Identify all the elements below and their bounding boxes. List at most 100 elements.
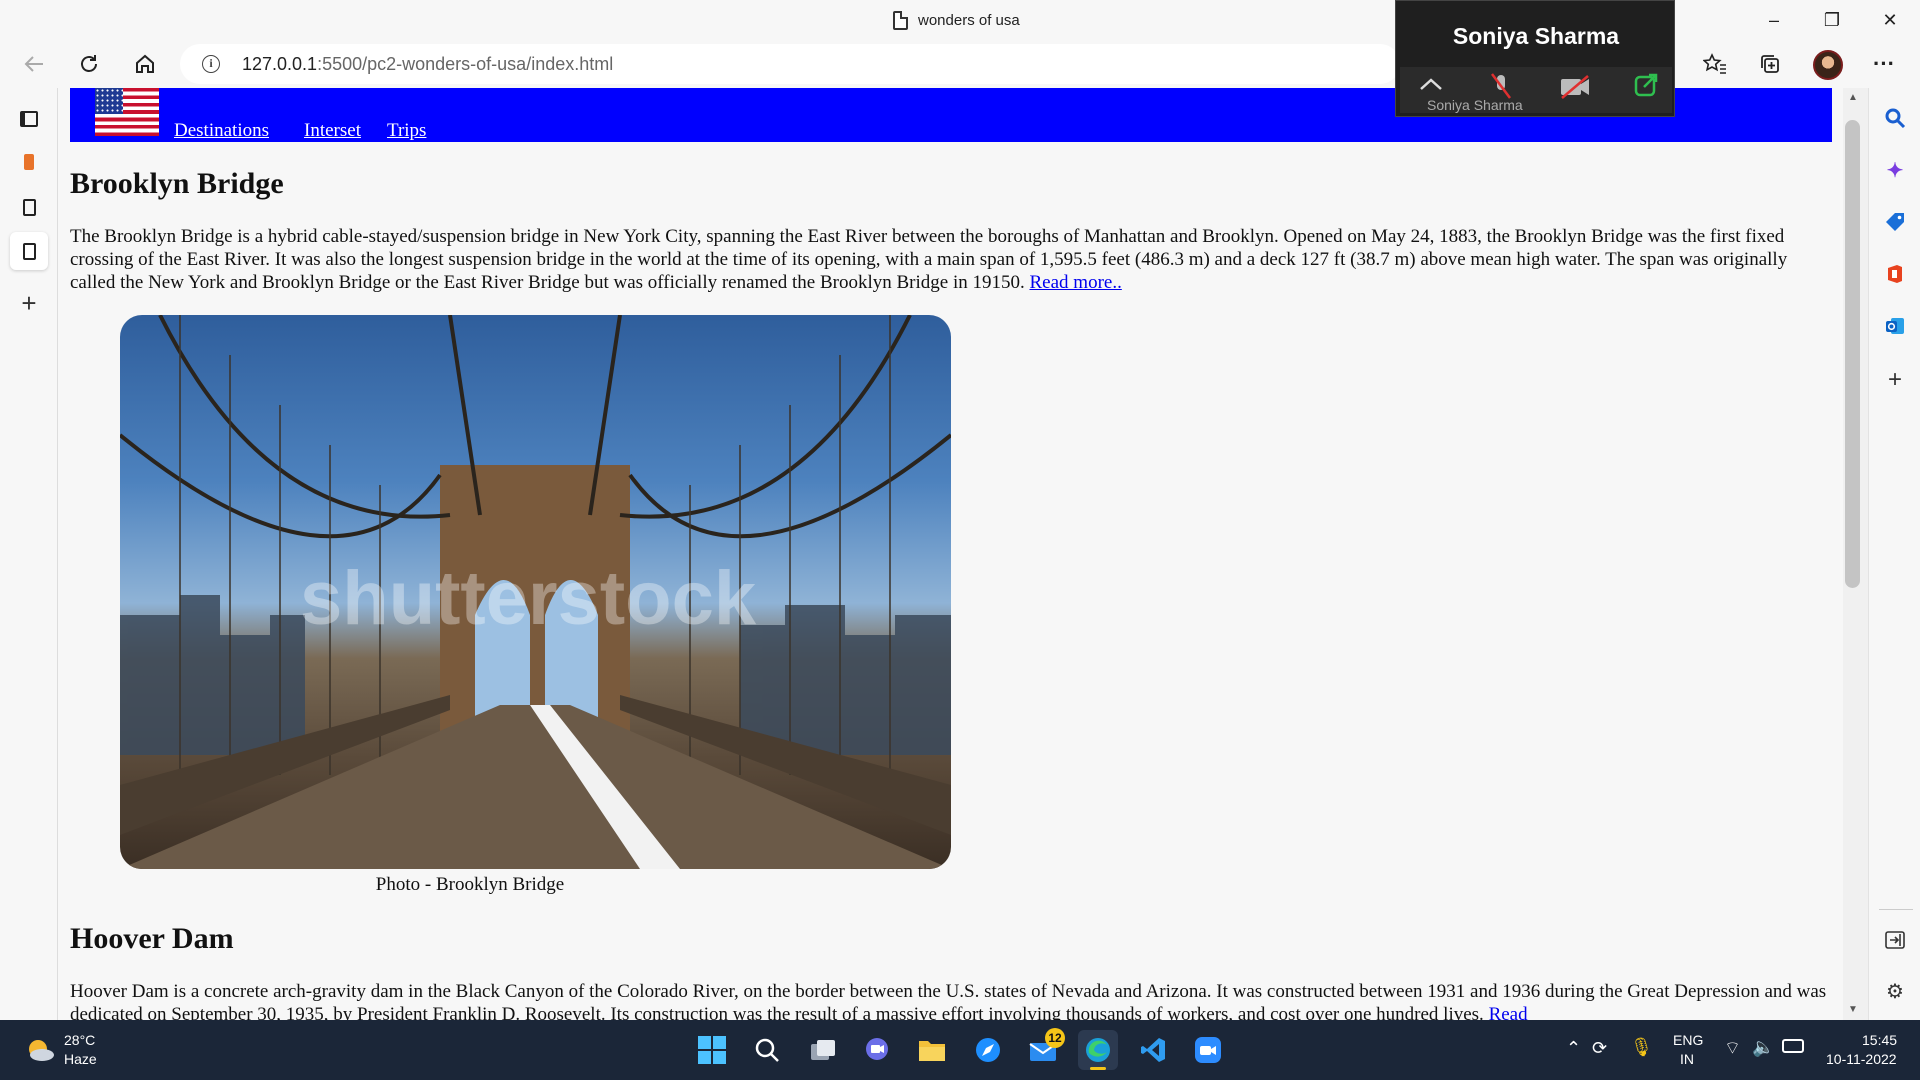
search-icon <box>755 1038 779 1062</box>
site-info-icon[interactable]: i <box>202 55 220 73</box>
tab-actions-button[interactable] <box>10 100 48 138</box>
profile-avatar[interactable] <box>1813 50 1843 80</box>
vscode-button[interactable] <box>1133 1030 1173 1070</box>
volume-icon[interactable]: 🔈 <box>1752 1037 1774 1058</box>
minimize-button[interactable]: – <box>1754 6 1794 34</box>
file-explorer-button[interactable] <box>912 1030 952 1070</box>
folder-icon <box>919 1041 945 1061</box>
search-icon[interactable] <box>1881 104 1909 132</box>
wifi-icon[interactable]: ⌔ <box>1724 1037 1741 1060</box>
edge-button[interactable] <box>1078 1030 1118 1070</box>
participant-name: Soniya Sharma <box>1452 23 1620 49</box>
edge-sidebar: ✦ + ⚙ <box>1868 88 1920 1020</box>
paragraph-text: Hoover Dam is a concrete arch-gravity da… <box>70 981 1827 1020</box>
active-indicator <box>1090 1067 1106 1070</box>
read-more-link[interactable]: Read more.. <box>1030 272 1122 293</box>
ellipsis-icon: ··· <box>1873 51 1895 76</box>
close-button[interactable]: ✕ <box>1870 6 1910 34</box>
mail-button[interactable]: 12 <box>1023 1028 1065 1070</box>
collections-icon <box>1761 55 1779 73</box>
refresh-button[interactable] <box>69 46 109 82</box>
window-title-text: wonders of usa <box>918 11 1020 29</box>
back-arrow-icon <box>24 56 43 72</box>
tab-1[interactable] <box>10 143 48 181</box>
paragraph-text: The Brooklyn Bridge is a hybrid cable-st… <box>70 226 1788 293</box>
share-screen-icon[interactable] <box>1632 71 1660 99</box>
address-bar[interactable]: i 127.0.0.1:5500/pc2-wonders-of-usa/inde… <box>180 44 1400 84</box>
tab-3-active[interactable] <box>10 232 48 270</box>
scroll-up-arrow[interactable]: ▲ <box>1847 92 1859 103</box>
clock-time[interactable]: 15:45 <box>1862 1032 1897 1048</box>
tray-chevron-up-icon[interactable]: ⌃ <box>1566 1038 1581 1059</box>
new-tab-button[interactable]: + <box>10 284 48 322</box>
scroll-down-arrow[interactable]: ▼ <box>1847 1004 1859 1015</box>
section-paragraph: The Brooklyn Bridge is a hybrid cable-st… <box>70 225 1832 294</box>
favorites-button[interactable] <box>1695 46 1735 82</box>
language-top[interactable]: ENG <box>1673 1032 1703 1048</box>
chevron-up-icon[interactable] <box>1416 75 1446 95</box>
copilot-sparkle-icon[interactable]: ✦ <box>1881 156 1909 184</box>
battery-icon[interactable] <box>1782 1039 1804 1053</box>
scrollbar-thumb[interactable] <box>1845 120 1860 588</box>
home-button[interactable] <box>125 46 165 82</box>
start-button[interactable] <box>692 1030 732 1070</box>
zoom-icon <box>1195 1037 1221 1063</box>
add-sidebar-app-icon[interactable]: + <box>1881 366 1909 394</box>
photo-caption: Photo - Brooklyn Bridge <box>375 874 565 895</box>
vertical-tab-strip: + <box>0 88 58 1020</box>
sidebar-divider <box>1879 909 1913 910</box>
star-list-icon <box>1703 53 1726 74</box>
favicon-icon <box>24 154 34 170</box>
page-icon <box>893 10 908 30</box>
settings-gear-icon[interactable]: ⚙ <box>1881 977 1909 1005</box>
sync-icon[interactable]: ⟳ <box>1592 1038 1607 1059</box>
hide-sidebar-icon[interactable] <box>1881 926 1909 954</box>
nav-link-interset[interactable]: Interset <box>304 120 361 142</box>
zoom-controls-bar: Soniya Sharma <box>1400 67 1672 113</box>
zoom-app-button[interactable] <box>1188 1030 1228 1070</box>
windows-logo-icon <box>698 1036 726 1064</box>
zoom-meeting-overlay[interactable]: Soniya Sharma Soniya Sharma <box>1395 0 1675 117</box>
compass-icon <box>976 1038 1000 1062</box>
section-heading: Brooklyn Bridge <box>70 167 284 200</box>
shopping-tag-icon[interactable] <box>1881 208 1909 236</box>
outlook-icon[interactable] <box>1881 312 1909 340</box>
video-off-icon[interactable] <box>1558 73 1592 101</box>
nav-link-trips[interactable]: Trips <box>387 120 426 142</box>
microphone-icon[interactable]: 🎙 <box>1630 1037 1653 1058</box>
section-heading: Hoover Dam <box>70 922 234 955</box>
plus-icon: + <box>21 287 37 318</box>
read-more-link[interactable]: Read <box>1489 1004 1528 1020</box>
window-title: wonders of usa <box>893 9 1020 31</box>
weather-desc: Haze <box>64 1051 97 1067</box>
task-view-button[interactable] <box>803 1030 843 1070</box>
maximize-button[interactable]: ❐ <box>1812 6 1852 34</box>
mail-badge: 12 <box>1045 1028 1065 1048</box>
collections-button[interactable] <box>1750 46 1790 82</box>
weather-temp: 28°C <box>64 1032 96 1048</box>
office-icon[interactable] <box>1881 260 1909 288</box>
clock-date[interactable]: 10-11-2022 <box>1826 1051 1897 1067</box>
us-flag-logo <box>95 88 159 136</box>
brooklyn-bridge-photo: shutterstock <box>120 315 951 869</box>
more-options-button[interactable]: ··· <box>1864 46 1904 82</box>
page-viewport: Destinations Interset Trips Brooklyn Bri… <box>59 88 1843 1020</box>
muted-mic-icon[interactable] <box>1486 71 1516 101</box>
search-taskbar-button[interactable] <box>747 1030 787 1070</box>
edge-icon <box>1086 1038 1110 1062</box>
back-button[interactable] <box>14 46 54 82</box>
url-text[interactable]: 127.0.0.1:5500/pc2-wonders-of-usa/index.… <box>242 54 613 75</box>
teams-chat-button[interactable] <box>857 1030 897 1070</box>
weather-icon[interactable] <box>20 1030 60 1070</box>
language-bottom[interactable]: IN <box>1680 1051 1694 1067</box>
watermark-text: shutterstock <box>300 556 757 641</box>
page-icon <box>22 198 36 216</box>
tab-actions-icon <box>20 111 38 127</box>
home-icon <box>136 54 154 73</box>
chat-icon <box>866 1038 888 1060</box>
safari-like-app-button[interactable] <box>968 1030 1008 1070</box>
url-host: 127.0.0.1 <box>242 54 318 74</box>
nav-link-destinations[interactable]: Destinations <box>174 120 269 142</box>
vscode-icon <box>1141 1038 1165 1062</box>
tab-2[interactable] <box>10 188 48 226</box>
